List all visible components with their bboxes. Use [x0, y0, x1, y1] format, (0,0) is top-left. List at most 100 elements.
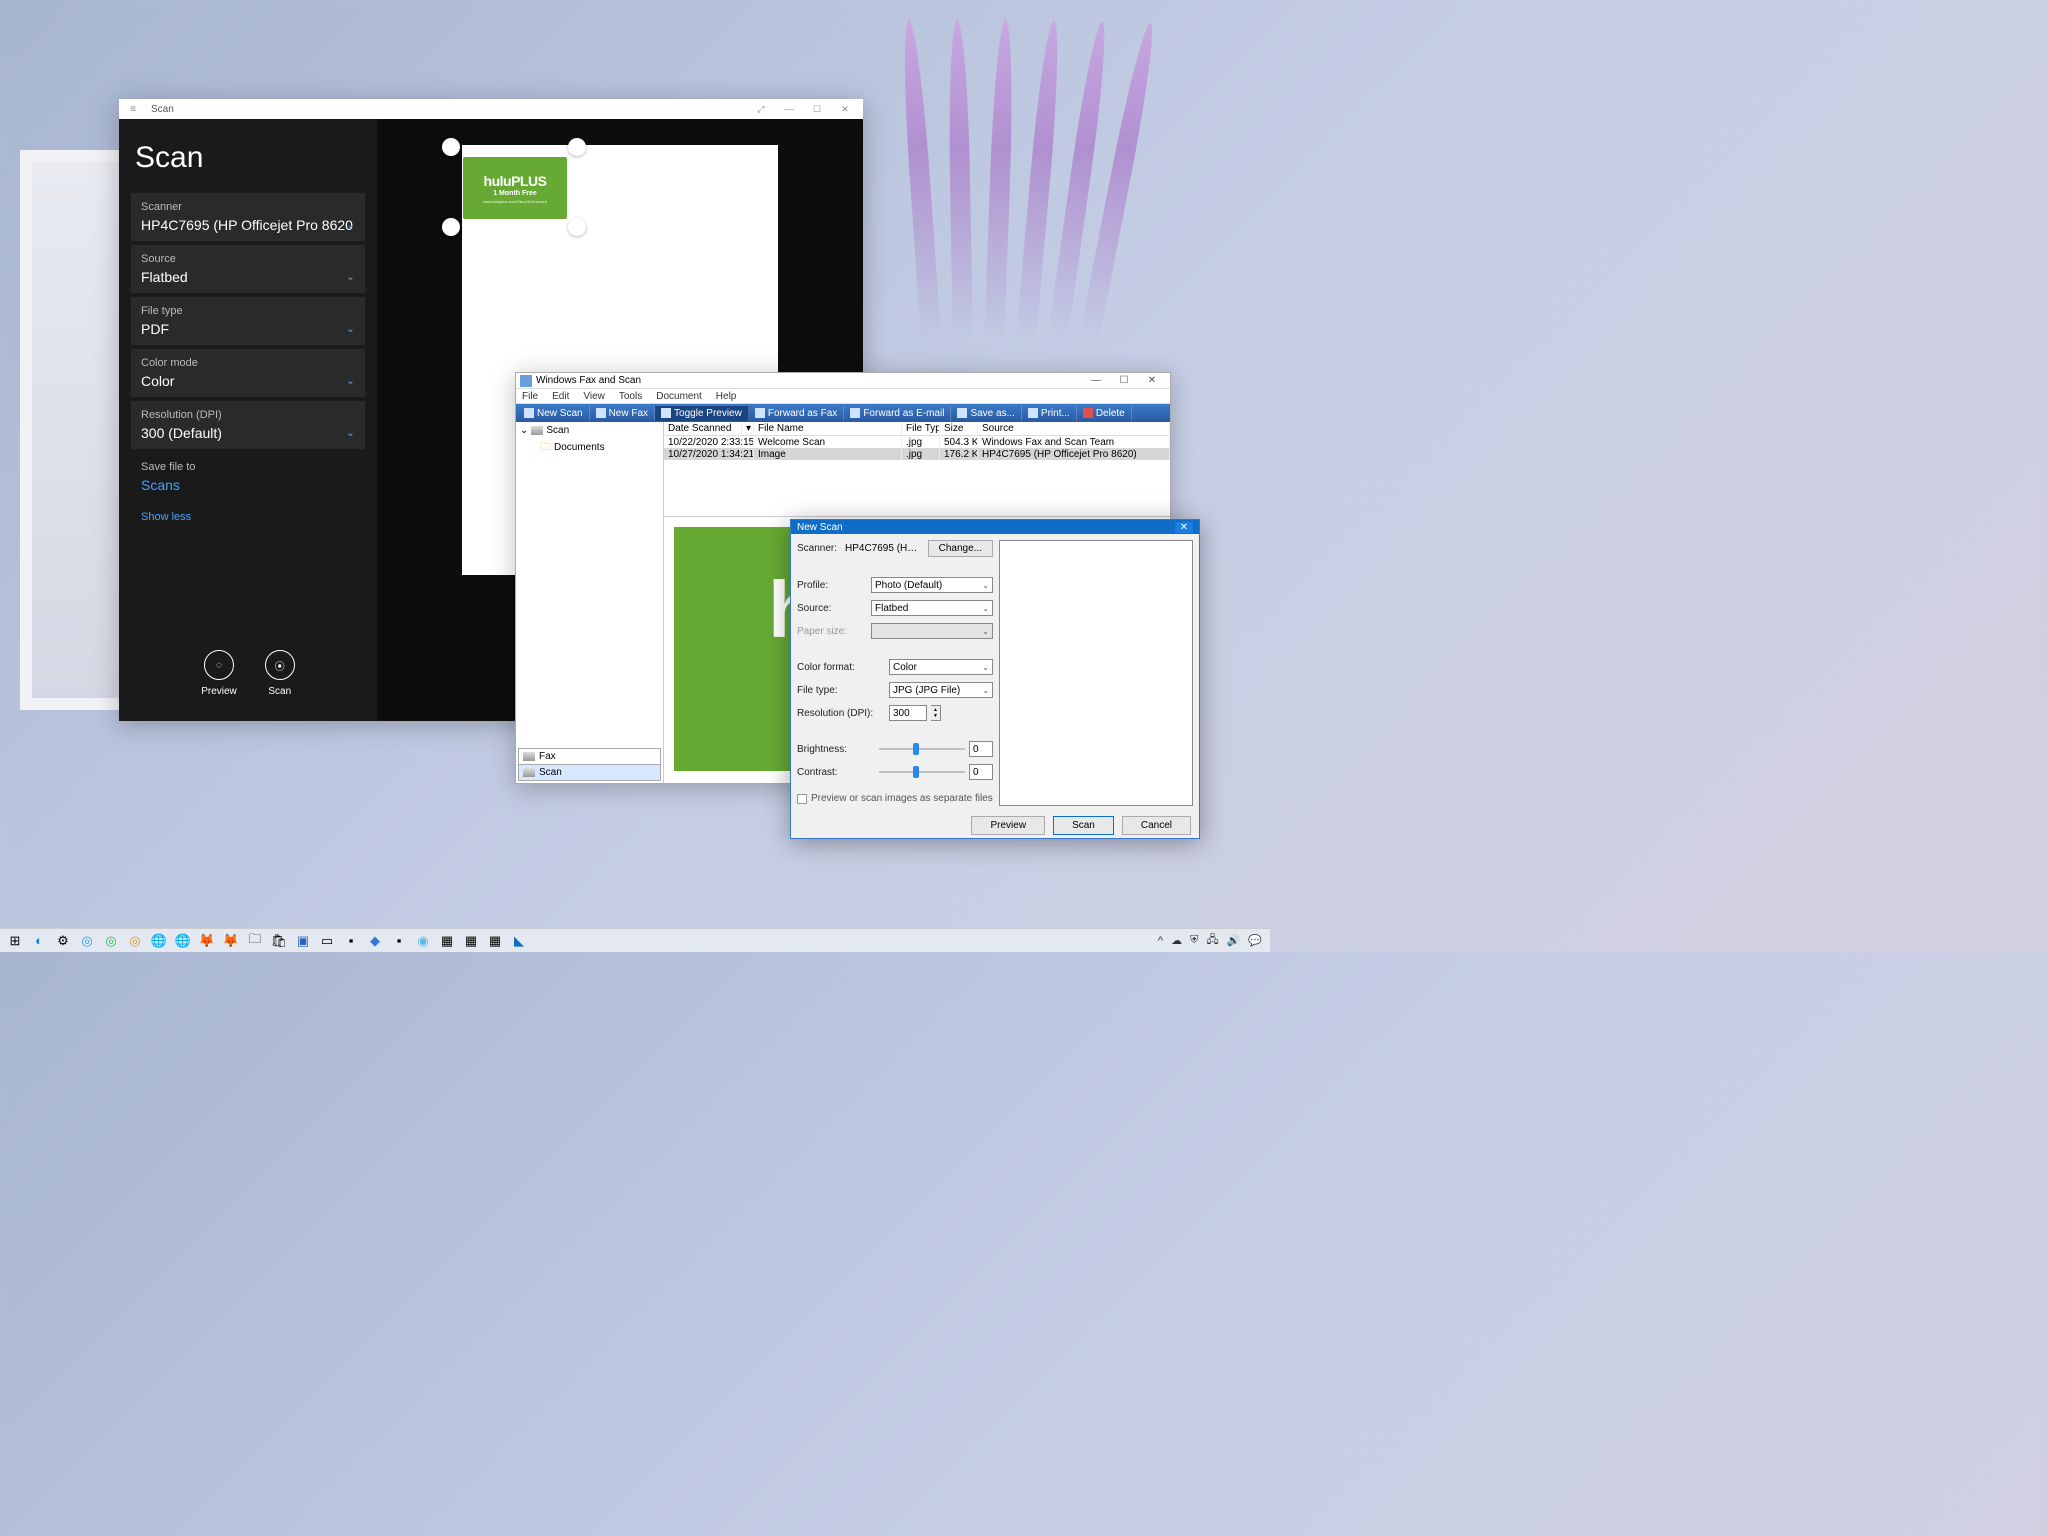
fax-titlebar[interactable]: Windows Fax and Scan — ☐ ✕	[516, 373, 1170, 389]
tree-node-documents[interactable]: 🗀Documents	[518, 437, 661, 458]
app-icon-4[interactable]: ▦	[484, 930, 506, 952]
filetype-select[interactable]: JPG (JPG File)⌄	[889, 682, 993, 698]
tab-fax[interactable]: Fax	[518, 748, 661, 765]
scan-button[interactable]: ⦿ Scan	[265, 650, 295, 697]
app-icon[interactable]: ◆	[364, 930, 386, 952]
expand-icon[interactable]: ⤢	[747, 104, 775, 115]
col-source[interactable]: Source	[978, 423, 1170, 434]
col-date[interactable]: Date Scanned	[664, 423, 742, 434]
taskview-icon[interactable]: ▭	[316, 930, 338, 952]
show-less-link[interactable]: Show less	[131, 505, 365, 529]
cancel-button[interactable]: Cancel	[1122, 816, 1191, 835]
source-select[interactable]: Source Flatbed ⌄	[131, 245, 365, 293]
contrast-slider[interactable]	[879, 764, 965, 780]
crop-handle-br[interactable]	[568, 218, 586, 236]
menu-file[interactable]: File	[522, 391, 538, 402]
hamburger-icon[interactable]: ≡	[123, 104, 143, 115]
source-select[interactable]: Flatbed⌄	[871, 600, 993, 616]
maximize-button[interactable]: ☐	[1110, 375, 1138, 386]
resolution-input[interactable]	[889, 705, 927, 721]
chrome-canary-icon[interactable]: 🌐	[172, 930, 194, 952]
file-explorer-icon[interactable]: 🗀	[244, 930, 266, 952]
close-button[interactable]: ✕	[1175, 522, 1193, 533]
delete-button[interactable]: Delete	[1077, 406, 1132, 421]
terminal-icon[interactable]: ▪	[340, 930, 362, 952]
store-icon[interactable]: 🛍	[268, 930, 290, 952]
new-fax-button[interactable]: New Fax	[590, 406, 655, 421]
menu-view[interactable]: View	[583, 391, 605, 402]
tree-node-scan[interactable]: ⌄Scan	[518, 424, 661, 437]
contrast-input[interactable]	[969, 764, 993, 780]
app-icon-2[interactable]: ▦	[436, 930, 458, 952]
save-as-button[interactable]: Save as...	[951, 406, 1021, 421]
tab-scan[interactable]: Scan	[518, 764, 661, 781]
menu-tools[interactable]: Tools	[619, 391, 642, 402]
maximize-button[interactable]: ☐	[803, 104, 831, 115]
col-filetype[interactable]: File Type	[902, 423, 940, 434]
new-scan-button[interactable]: New Scan	[518, 406, 590, 421]
col-size[interactable]: Size	[940, 423, 978, 434]
powershell-icon[interactable]: ▣	[292, 930, 314, 952]
print-button[interactable]: Print...	[1022, 406, 1077, 421]
firefox-dev-icon[interactable]: 🦊	[220, 930, 242, 952]
skype-icon[interactable]: ◉	[412, 930, 434, 952]
firefox-icon[interactable]: 🦊	[196, 930, 218, 952]
colorformat-select[interactable]: Color⌄	[889, 659, 993, 675]
minimize-button[interactable]: —	[775, 104, 803, 114]
forward-email-button[interactable]: Forward as E-mail	[844, 406, 951, 421]
list-row-selected[interactable]: 10/27/2020 1:34:21 PM Image .jpg 176.2 K…	[664, 448, 1170, 460]
menu-help[interactable]: Help	[716, 391, 737, 402]
toggle-preview-button[interactable]: Toggle Preview	[655, 406, 749, 421]
resolution-spinner[interactable]: ▲▼	[931, 705, 941, 721]
forward-fax-button[interactable]: Forward as Fax	[749, 406, 844, 421]
chevron-down-icon: ⌄	[982, 686, 989, 695]
cmd-icon[interactable]: ▪	[388, 930, 410, 952]
scanner-icon	[523, 768, 535, 777]
onedrive-icon[interactable]: ☁	[1171, 934, 1182, 947]
profile-select[interactable]: Photo (Default)⌄	[871, 577, 993, 593]
chrome-icon[interactable]: 🌐	[148, 930, 170, 952]
security-icon[interactable]: ⛨	[1190, 934, 1198, 947]
app-icon-3[interactable]: ▦	[460, 930, 482, 952]
separate-files-checkbox[interactable]: Preview or scan images as separate files	[797, 793, 993, 804]
taskbar: ⊞ ◐ ⚙ ◎ ◎ ◎ 🌐 🌐 🦊 🦊 🗀 🛍 ▣ ▭ ▪ ◆ ▪ ◉ ▦ ▦ …	[0, 928, 1270, 952]
brightness-slider[interactable]	[879, 741, 965, 757]
edge-canary-icon[interactable]: ◎	[124, 930, 146, 952]
col-filename[interactable]: File Name	[754, 423, 902, 434]
tray-caret-icon[interactable]: ^	[1158, 935, 1163, 947]
network-icon[interactable]: 🖧	[1206, 931, 1218, 950]
resolution-select[interactable]: Resolution (DPI) 300 (Default) ⌄	[131, 401, 365, 449]
menu-document[interactable]: Document	[656, 391, 702, 402]
close-button[interactable]: ✕	[831, 104, 859, 115]
crop-handle-tl[interactable]	[442, 138, 460, 156]
close-button[interactable]: ✕	[1138, 375, 1166, 386]
sort-arrow-icon[interactable]: ▾	[742, 423, 754, 434]
scanner-select[interactable]: Scanner HP4C7695 (HP Officejet Pro 8620 …	[131, 193, 365, 241]
save-to-link[interactable]: Save file to Scans	[131, 453, 365, 501]
minimize-button[interactable]: —	[1082, 375, 1110, 386]
filetype-select[interactable]: File type PDF ⌄	[131, 297, 365, 345]
cortana-icon[interactable]: ◐	[28, 930, 50, 952]
preview-icon: ◌	[204, 650, 234, 680]
edge-dev-icon[interactable]: ◎	[100, 930, 122, 952]
fax-menubar: File Edit View Tools Document Help	[516, 389, 1170, 404]
crop-selection[interactable]: huluPLUS 1 Month Free www.huluplus.com/X…	[450, 146, 578, 228]
crop-handle-tr[interactable]	[568, 138, 586, 156]
scan-titlebar[interactable]: ≡ Scan ⤢ — ☐ ✕	[119, 99, 863, 119]
scan-button[interactable]: Scan	[1053, 816, 1114, 835]
dialog-titlebar[interactable]: New Scan ✕	[791, 520, 1199, 534]
colormode-select[interactable]: Color mode Color ⌄	[131, 349, 365, 397]
action-center-icon[interactable]: 💬	[1248, 934, 1262, 947]
preview-button[interactable]: ◌ Preview	[201, 650, 237, 697]
app-icon-5[interactable]: ◣	[508, 930, 530, 952]
crop-handle-bl[interactable]	[442, 218, 460, 236]
menu-edit[interactable]: Edit	[552, 391, 569, 402]
start-button[interactable]: ⊞	[4, 930, 26, 952]
edge-icon[interactable]: ◎	[76, 930, 98, 952]
volume-icon[interactable]: 🔊	[1227, 934, 1241, 947]
preview-button[interactable]: Preview	[971, 816, 1045, 835]
change-scanner-button[interactable]: Change...	[928, 540, 993, 557]
settings-icon[interactable]: ⚙	[52, 930, 74, 952]
list-row[interactable]: 10/22/2020 2:33:15 PM Welcome Scan .jpg …	[664, 436, 1170, 448]
brightness-input[interactable]	[969, 741, 993, 757]
